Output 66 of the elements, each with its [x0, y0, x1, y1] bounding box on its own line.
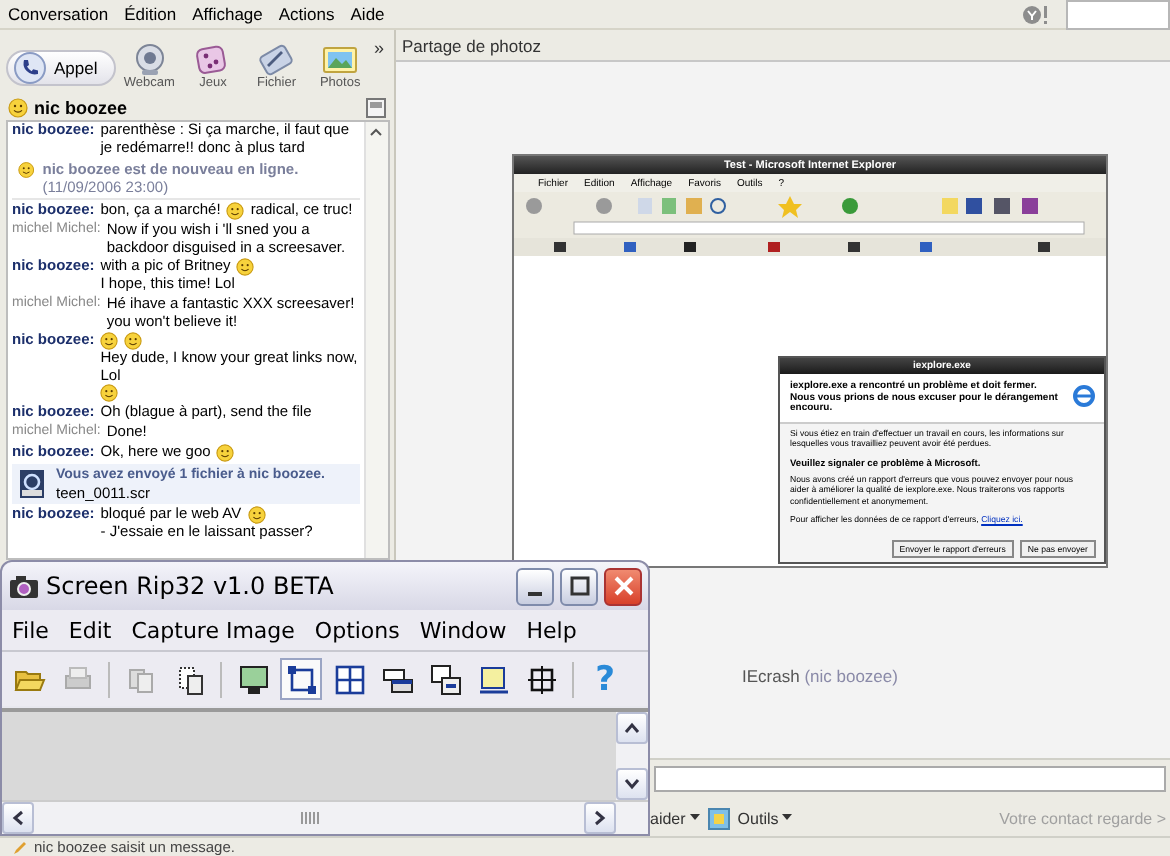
scrollbar[interactable]	[364, 122, 388, 558]
printer-icon	[61, 663, 93, 695]
menu-item[interactable]: Actions	[278, 4, 335, 24]
dice-icon	[194, 44, 231, 76]
scroll-down-icon	[624, 778, 640, 790]
smiley-icon	[247, 505, 266, 524]
more-button[interactable]: »	[374, 34, 389, 58]
maximize-icon	[567, 574, 591, 598]
contact-name: nic boozee	[34, 97, 128, 117]
help-menu[interactable]: aider	[650, 809, 700, 827]
menu-item[interactable]: Capture Image	[131, 617, 295, 643]
message-input[interactable]	[654, 766, 1166, 792]
tools-menu[interactable]: Outils	[737, 809, 793, 827]
menu-item[interactable]: Édition	[124, 4, 177, 24]
window-title: Screen Rip32 v1.0 BETA	[46, 572, 336, 600]
menu-item[interactable]: Options	[314, 617, 400, 643]
close-icon	[611, 574, 635, 598]
panel-title: Partage de photoz	[396, 30, 1170, 62]
scroll-left-icon	[12, 810, 24, 826]
menu-item[interactable]: Affichage	[192, 4, 263, 24]
scroll-up-icon	[624, 722, 640, 734]
yahoo-icon	[1022, 3, 1050, 25]
menu-item[interactable]: Window	[419, 617, 507, 643]
search-field[interactable]	[1066, 0, 1170, 29]
toolbar-button[interactable]	[280, 658, 322, 700]
smiley-icon	[100, 384, 119, 403]
browser-logo-icon	[1072, 384, 1096, 408]
caret-icon	[782, 814, 793, 822]
smiley-icon	[8, 97, 28, 117]
camera-icon	[8, 572, 40, 600]
smiley-icon	[226, 202, 245, 221]
maximize-button[interactable]	[560, 567, 598, 605]
copy-icon	[125, 663, 157, 695]
menu-item[interactable]: Conversation	[8, 4, 109, 24]
call-button[interactable]: Appel	[6, 50, 116, 86]
menu-item[interactable]: Aide	[350, 4, 385, 24]
minimize-button[interactable]	[516, 567, 554, 605]
webcam-icon	[131, 44, 168, 76]
phone-icon	[14, 52, 46, 84]
menu-item[interactable]: Edit	[68, 617, 112, 643]
crop-icon	[525, 663, 557, 695]
menu-item[interactable]: File	[12, 617, 49, 643]
vertical-scrollbar[interactable]	[616, 712, 648, 800]
smiley-icon	[124, 332, 143, 351]
smiley-icon	[236, 258, 255, 277]
caret-icon	[689, 814, 700, 822]
file-icon	[18, 467, 46, 500]
monitor-icon	[237, 663, 269, 695]
scroll-right-icon	[594, 810, 606, 826]
smiley-icon	[18, 160, 35, 181]
close-button[interactable]	[604, 567, 642, 605]
frame-icon	[477, 663, 509, 695]
tools-icon	[707, 807, 730, 829]
smiley-icon	[216, 443, 235, 462]
window-icon	[381, 663, 413, 695]
menu-item[interactable]: Help	[526, 617, 577, 643]
photo-icon	[322, 44, 359, 76]
minimize-icon	[528, 591, 542, 595]
scroll-grip-icon	[299, 812, 319, 824]
horizontal-scrollbar[interactable]	[2, 800, 648, 834]
grid-icon	[333, 663, 365, 695]
region-select-icon	[285, 663, 317, 695]
photo-caption: IEcrash (nic boozee)	[742, 666, 898, 686]
smiley-icon	[100, 332, 119, 351]
dialog-icon	[429, 663, 461, 695]
paste-icon	[173, 663, 205, 695]
